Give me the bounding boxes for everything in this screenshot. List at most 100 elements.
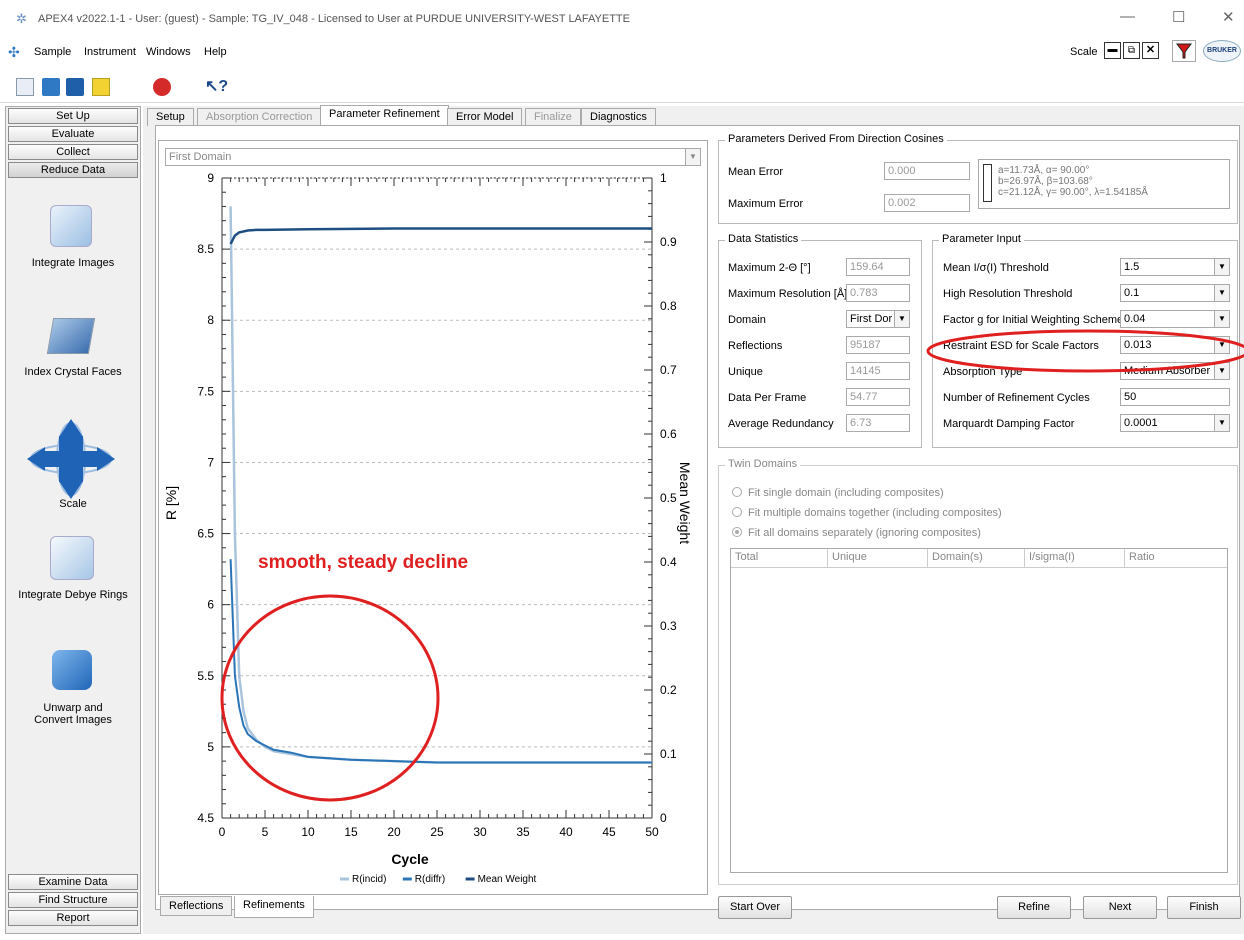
new-document-icon[interactable] — [16, 78, 34, 96]
sidebar-report[interactable]: Report — [8, 910, 138, 926]
twin-domains-table[interactable] — [730, 548, 1228, 873]
sidebar-set-up[interactable]: Set Up — [8, 108, 138, 124]
stat-value-field[interactable]: 0.783 — [846, 284, 910, 302]
radio-selected-icon — [732, 527, 742, 537]
radio-fit-multiple[interactable]: Fit multiple domains together (including… — [732, 507, 1002, 519]
sidebar-find-structure[interactable]: Find Structure — [8, 892, 138, 908]
stat-value-field[interactable]: 6.73 — [846, 414, 910, 432]
x-tick-label: 40 — [559, 825, 573, 839]
start-over-button[interactable]: Start Over — [718, 896, 792, 919]
help-pointer-icon[interactable]: ↖? — [205, 76, 228, 96]
max-error-label: Maximum Error — [728, 198, 804, 210]
sidebar-reduce-data[interactable]: Reduce Data — [8, 162, 138, 178]
col-unique[interactable]: Unique — [828, 549, 928, 567]
domain-select[interactable]: First Domain — [165, 148, 701, 166]
menu-help[interactable]: Help — [204, 46, 227, 58]
integrate-images-icon[interactable] — [50, 205, 92, 247]
y-tick-label: 5 — [207, 740, 214, 754]
radio-fit-all[interactable]: Fit all domains separately (ignoring com… — [732, 527, 981, 539]
x-tick-label: 30 — [473, 825, 487, 839]
y2-tick-label: 0.2 — [660, 683, 677, 697]
stat-value-field[interactable]: 95187 — [846, 336, 910, 354]
radio-fit-single-label: Fit single domain (including composites) — [748, 487, 944, 499]
radio-fit-multiple-label: Fit multiple domains together (including… — [748, 507, 1002, 519]
task-index-crystal-faces[interactable]: Index Crystal Faces — [5, 366, 141, 378]
mdi-restore-icon[interactable]: ⧉ — [1123, 42, 1140, 59]
task-unwarp-convert-images[interactable]: Unwarp and Convert Images — [5, 702, 141, 726]
tab-setup[interactable]: Setup — [147, 108, 194, 126]
task-integrate-images[interactable]: Integrate Images — [5, 257, 141, 269]
annotation-text: smooth, steady decline — [258, 552, 469, 573]
x-tick-label: 5 — [262, 825, 269, 839]
menu-instrument[interactable]: Instrument — [84, 46, 136, 58]
tab-error-model[interactable]: Error Model — [447, 108, 523, 126]
scale-task-icon[interactable] — [25, 417, 117, 499]
finish-button[interactable]: Finish — [1167, 896, 1241, 919]
mdi-close-icon[interactable]: ✕ — [1142, 42, 1159, 59]
stat-value-field[interactable]: 54.77 — [846, 388, 910, 406]
integrate-debye-rings-icon[interactable] — [50, 536, 94, 580]
stop-icon[interactable] — [153, 78, 171, 96]
chevron-down-icon[interactable]: ▼ — [1214, 285, 1229, 301]
menu-windows[interactable]: Windows — [146, 46, 191, 58]
max-error-field[interactable]: 0.002 — [884, 194, 970, 212]
window-title: APEX4 v2022.1-1 - User: (guest) - Sample… — [38, 13, 630, 25]
stat-label: Reflections — [728, 340, 783, 352]
note-icon[interactable] — [92, 78, 110, 96]
next-button[interactable]: Next — [1083, 896, 1157, 919]
param-input-field[interactable]: 50 — [1120, 388, 1230, 406]
mean-error-field[interactable]: 0.000 — [884, 162, 970, 180]
stat-label: Maximum Resolution [Å] — [728, 288, 848, 300]
sidebar-collect[interactable]: Collect — [8, 144, 138, 160]
close-button[interactable]: ✕ — [1222, 8, 1235, 26]
chevron-down-icon[interactable]: ▼ — [1214, 259, 1229, 275]
col-domains[interactable]: Domain(s) — [928, 549, 1025, 567]
index-crystal-faces-icon[interactable] — [46, 318, 96, 354]
tab-parameter-refinement[interactable]: Parameter Refinement — [320, 105, 449, 126]
task-integrate-debye-rings[interactable]: Integrate Debye Rings — [5, 589, 141, 601]
tab-reflections[interactable]: Reflections — [160, 896, 233, 916]
stat-value-field[interactable]: 14145 — [846, 362, 910, 380]
stat-label: Average Redundancy — [728, 418, 834, 430]
maximize-button[interactable]: ☐ — [1172, 8, 1185, 26]
x-axis-label: Cycle — [391, 851, 429, 867]
chevron-down-icon[interactable]: ▼ — [1214, 415, 1229, 431]
col-total[interactable]: Total — [731, 549, 828, 567]
chevron-down-icon[interactable]: ▼ — [1214, 311, 1229, 327]
task-scale[interactable]: Scale — [5, 498, 141, 510]
domain-select-value: First Domain — [169, 151, 232, 163]
tab-refinements[interactable]: Refinements — [234, 896, 314, 918]
sidebar-evaluate[interactable]: Evaluate — [8, 126, 138, 142]
col-ratio[interactable]: Ratio — [1125, 549, 1227, 567]
save-icon[interactable] — [66, 78, 84, 96]
sidebar-examine-data[interactable]: Examine Data — [8, 874, 138, 890]
col-isigma[interactable]: I/sigma(I) — [1025, 549, 1125, 567]
unwarp-images-icon[interactable] — [52, 650, 92, 690]
minimize-button[interactable]: — — [1120, 8, 1135, 25]
stat-label: Maximum 2-Θ [°] — [728, 262, 811, 274]
y2-tick-label: 0.7 — [660, 363, 677, 377]
open-folder-icon[interactable] — [42, 78, 60, 96]
tab-finalize[interactable]: Finalize — [525, 108, 581, 126]
toolbar — [0, 68, 1244, 103]
chevron-down-icon[interactable]: ▼ — [894, 311, 909, 327]
y2-tick-label: 0.1 — [660, 747, 677, 761]
x-tick-label: 35 — [516, 825, 530, 839]
cell-bracket-icon — [983, 164, 992, 202]
tab-absorption-correction[interactable]: Absorption Correction — [197, 108, 322, 126]
tab-diagnostics[interactable]: Diagnostics — [581, 108, 656, 126]
mdi-minimize-icon[interactable]: ▬ — [1104, 42, 1121, 59]
x-tick-label: 50 — [645, 825, 659, 839]
refine-button[interactable]: Refine — [997, 896, 1071, 919]
y-tick-label: 8.5 — [197, 242, 214, 256]
radio-fit-single[interactable]: Fit single domain (including composites) — [732, 487, 944, 499]
x-tick-label: 0 — [219, 825, 226, 839]
y-tick-label: 7.5 — [197, 384, 214, 398]
param-label: Marquardt Damping Factor — [943, 418, 1075, 430]
menu-app-icon[interactable]: ✣ — [8, 44, 20, 61]
stat-value-field[interactable]: 159.64 — [846, 258, 910, 276]
menu-sample[interactable]: Sample — [34, 46, 71, 58]
chevron-down-icon[interactable]: ▼ — [685, 149, 700, 165]
filter-icon[interactable] — [1172, 40, 1196, 62]
y-tick-label: 8 — [207, 313, 214, 327]
